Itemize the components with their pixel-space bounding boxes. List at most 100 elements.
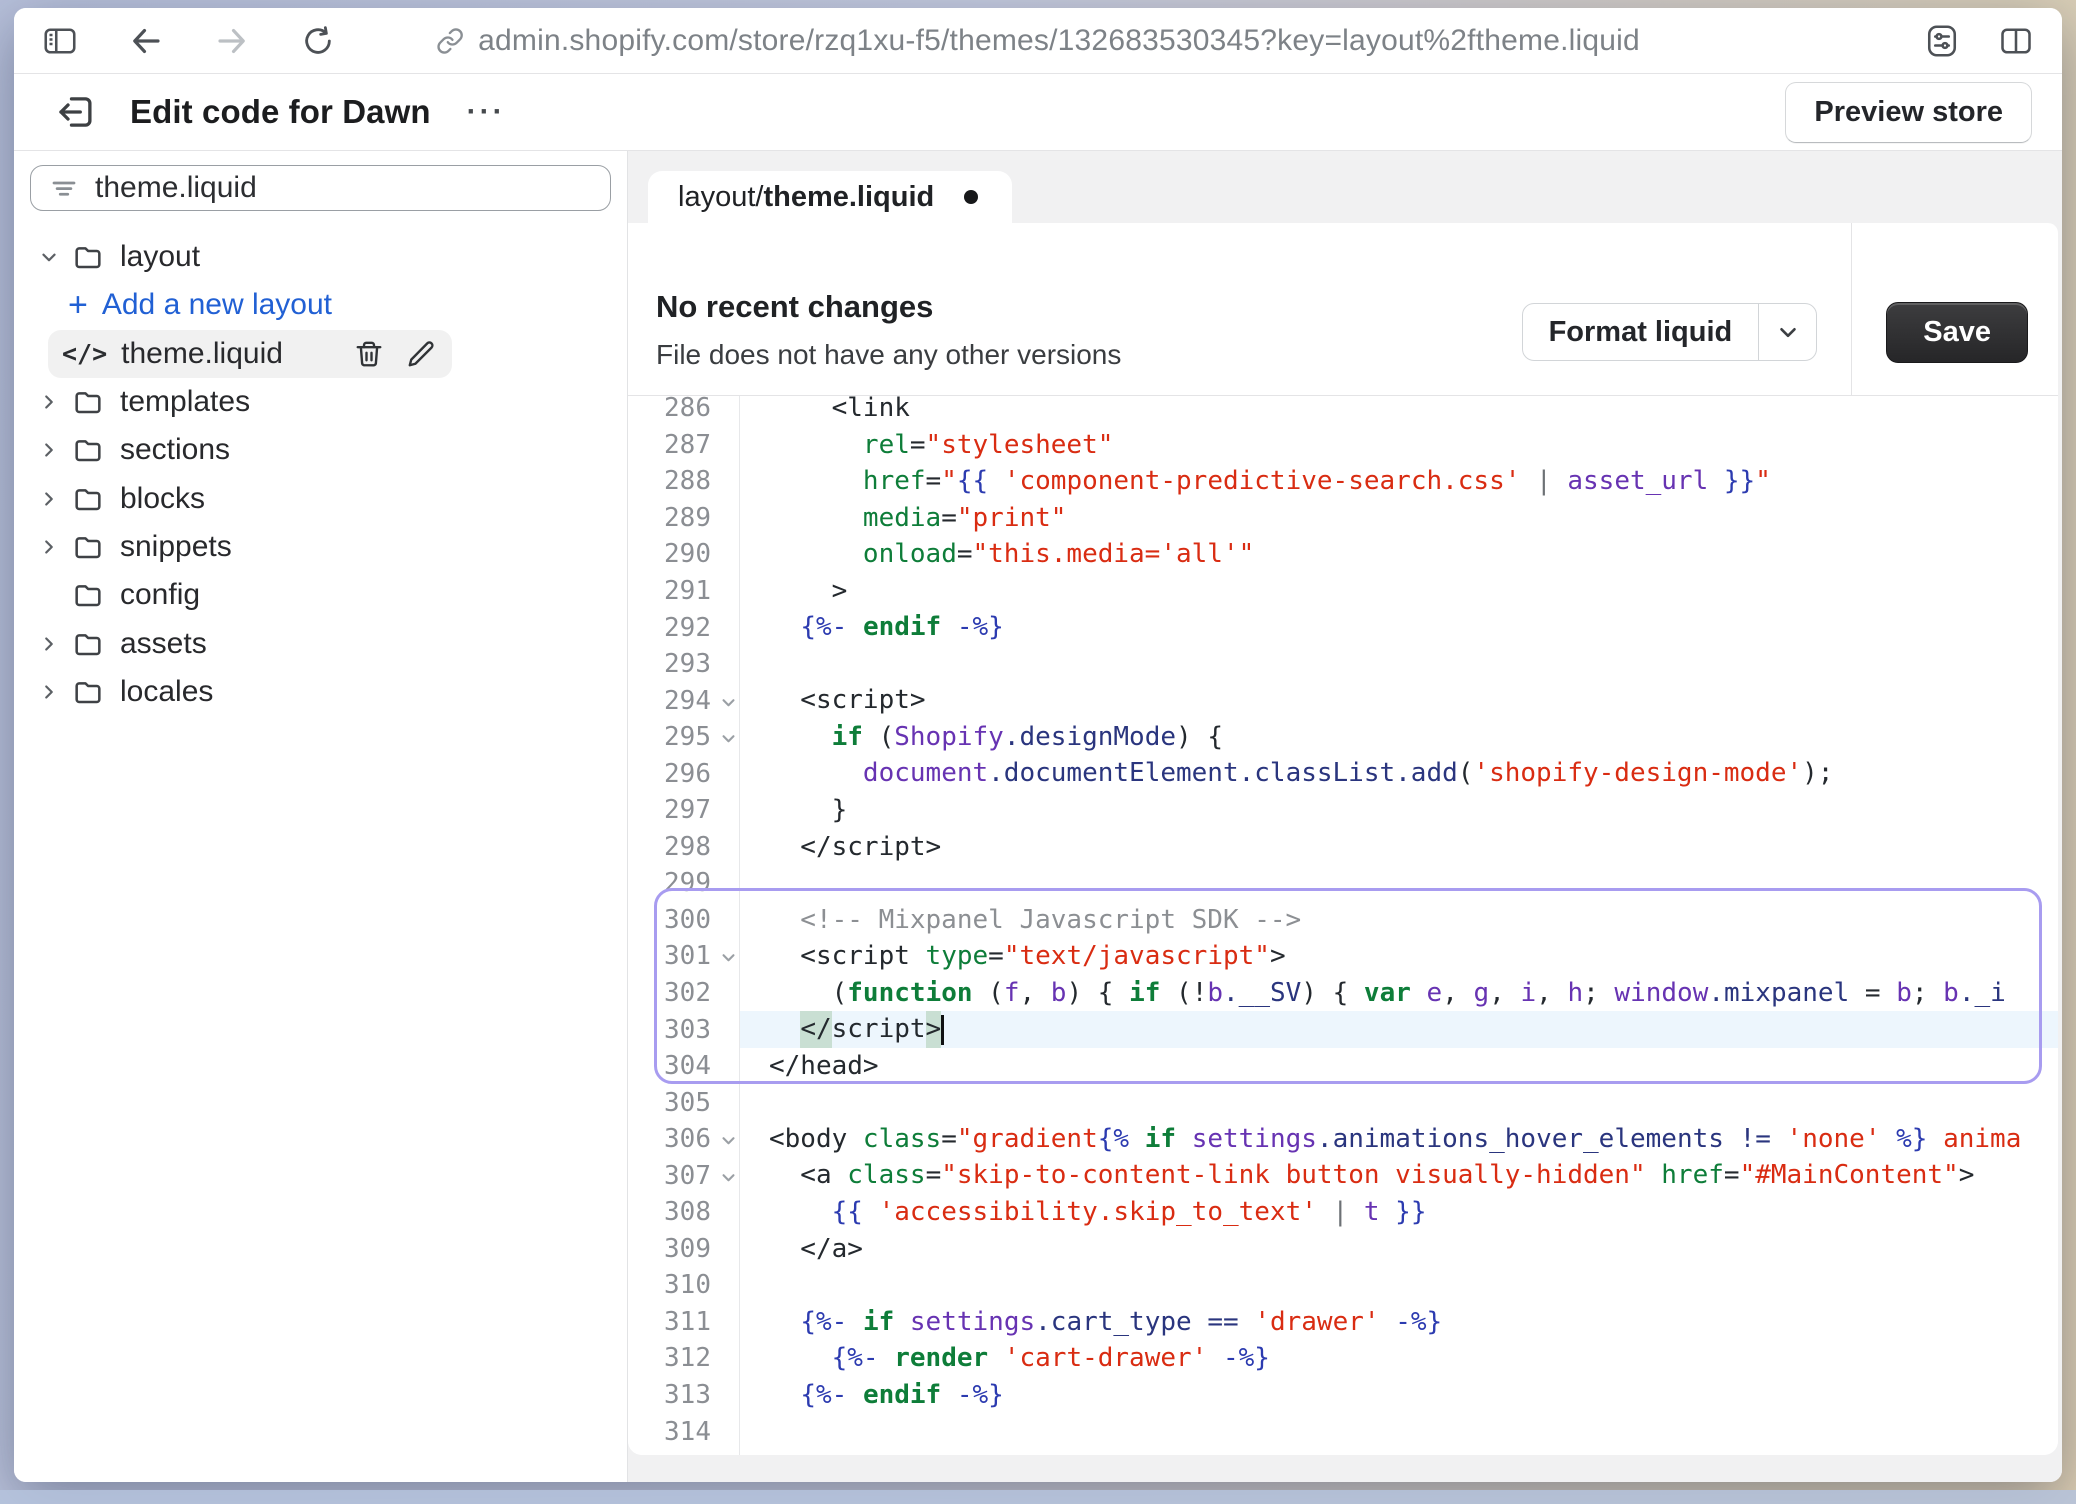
code-line-293[interactable] (769, 646, 2058, 683)
code-line-314[interactable] (769, 1413, 2058, 1450)
code-line-295[interactable]: if (Shopify.designMode) { (769, 719, 2058, 756)
chevron-right-icon[interactable] (36, 681, 62, 703)
code-file-icon: </> (62, 339, 107, 368)
save-button[interactable]: Save (1886, 302, 2028, 363)
folder-icon (72, 434, 104, 466)
code-pane[interactable]: 2862872882892902912922932942952962972982… (628, 396, 2058, 1455)
chevron-right-icon[interactable] (36, 633, 62, 655)
file-actions (354, 339, 452, 369)
code-line-305[interactable] (769, 1084, 2058, 1121)
reload-icon[interactable] (298, 21, 338, 61)
sidebar-item-assets[interactable]: assets (30, 619, 611, 667)
line-number: 311 (628, 1304, 739, 1341)
fold-toggle-icon[interactable] (720, 694, 737, 711)
line-number: 312 (628, 1340, 739, 1377)
sidebar-item-label: assets (120, 627, 207, 661)
filter-value: theme.liquid (95, 171, 257, 205)
code-area[interactable]: <link rel="stylesheet" href="{{ 'compone… (740, 396, 2058, 1455)
code-line-292[interactable]: {%- endif -%} (769, 609, 2058, 646)
code-line-297[interactable]: } (769, 792, 2058, 829)
chevron-right-icon[interactable] (36, 488, 62, 510)
pencil-icon[interactable] (406, 339, 436, 369)
code-line-311[interactable]: {%- if settings.cart_type == 'drawer' -%… (769, 1304, 2058, 1341)
code-line-315[interactable]: <script src="{{ 'global.js' | asset_url … (769, 1450, 2058, 1455)
sidebar-item-locales[interactable]: locales (30, 668, 611, 716)
chevron-down-icon[interactable] (36, 246, 62, 268)
line-number: 314 (628, 1413, 739, 1450)
line-number: 291 (628, 573, 739, 610)
line-number: 305 (628, 1084, 739, 1121)
fold-toggle-icon[interactable] (720, 949, 737, 966)
format-liquid-dropdown[interactable] (1758, 304, 1816, 360)
preview-store-button[interactable]: Preview store (1785, 82, 2032, 143)
code-line-287[interactable]: rel="stylesheet" (769, 427, 2058, 464)
sidebar-item-config[interactable]: config (30, 571, 611, 619)
code-line-307[interactable]: <a class="skip-to-content-link button vi… (769, 1157, 2058, 1194)
code-line-290[interactable]: onload="this.media='all'" (769, 536, 2058, 573)
code-line-313[interactable]: {%- endif -%} (769, 1377, 2058, 1414)
line-number: 309 (628, 1231, 739, 1268)
code-line-312[interactable]: {%- render 'cart-drawer' -%} (769, 1340, 2058, 1377)
line-number: 290 (628, 536, 739, 573)
desktop: admin.shopify.com/store/rzq1xu-f5/themes… (0, 0, 2076, 1504)
code-line-298[interactable]: </script> (769, 829, 2058, 866)
line-number: 296 (628, 755, 739, 792)
code-line-286[interactable]: <link (769, 396, 2058, 427)
editor-header: No recent changes File does not have any… (628, 223, 2058, 396)
chevron-right-icon[interactable] (36, 439, 62, 461)
code-line-294[interactable]: <script> (769, 682, 2058, 719)
code-line-299[interactable] (769, 865, 2058, 902)
line-number: 294 (628, 682, 739, 719)
chevron-right-icon[interactable] (36, 391, 62, 413)
code-line-309[interactable]: </a> (769, 1231, 2058, 1268)
code-line-300[interactable]: <!-- Mixpanel Javascript SDK --> (769, 902, 2058, 939)
code-line-291[interactable]: > (769, 573, 2058, 610)
file-filter-input[interactable]: theme.liquid (30, 165, 611, 211)
sidebar-item-snippets[interactable]: snippets (30, 523, 611, 571)
sidebar-item-theme-liquid[interactable]: </> theme.liquid (48, 330, 452, 378)
fold-toggle-icon[interactable] (720, 1132, 737, 1149)
sidebar-item-label: snippets (120, 530, 232, 564)
code-line-304[interactable]: </head> (769, 1048, 2058, 1085)
filter-icon (49, 173, 79, 203)
folder-icon (72, 483, 104, 515)
more-actions-icon[interactable]: ··· (467, 95, 506, 129)
code-line-288[interactable]: href="{{ 'component-predictive-search.cs… (769, 463, 2058, 500)
unsaved-changes-dot (964, 190, 978, 204)
line-number-gutter: 2862872882892902912922932942952962972982… (628, 396, 740, 1455)
browser-extensions-icon[interactable] (1922, 21, 1962, 61)
exit-icon[interactable] (54, 91, 96, 133)
sidebar-item-label: theme.liquid (121, 337, 283, 371)
back-icon[interactable] (126, 21, 166, 61)
sidebar-item-add-a-new-layout[interactable]: +Add a new layout (30, 281, 611, 329)
browser-sidebar-toggle-icon[interactable] (40, 21, 80, 61)
code-line-308[interactable]: {{ 'accessibility.skip_to_text' | t }} (769, 1194, 2058, 1231)
forward-icon[interactable] (212, 21, 252, 61)
tab-strip: layout/theme.liquid (628, 151, 2062, 223)
code-line-289[interactable]: media="print" (769, 500, 2058, 537)
sidebar-item-layout[interactable]: layout (30, 233, 611, 281)
line-number: 289 (628, 500, 739, 537)
code-line-301[interactable]: <script type="text/javascript"> (769, 938, 2058, 975)
code-line-310[interactable] (769, 1267, 2058, 1304)
code-line-306[interactable]: <body class="gradient{% if settings.anim… (769, 1121, 2058, 1158)
line-number: 308 (628, 1194, 739, 1231)
fold-toggle-icon[interactable] (720, 1169, 737, 1186)
sidebar-item-sections[interactable]: sections (30, 426, 611, 474)
line-number: 304 (628, 1048, 739, 1085)
split-view-icon[interactable] (1996, 21, 2036, 61)
sidebar-item-blocks[interactable]: blocks (30, 474, 611, 522)
address-bar[interactable]: admin.shopify.com/store/rzq1xu-f5/themes… (436, 8, 1640, 73)
code-line-296[interactable]: document.documentElement.classList.add('… (769, 755, 2058, 792)
sidebar-item-templates[interactable]: templates (30, 378, 611, 426)
editor-card: No recent changes File does not have any… (628, 223, 2058, 1455)
fold-toggle-icon[interactable] (720, 730, 737, 747)
chevron-right-icon[interactable] (36, 536, 62, 558)
sidebar-item-label: blocks (120, 482, 205, 516)
format-liquid-button[interactable]: Format liquid (1523, 304, 1759, 360)
tab-theme-liquid[interactable]: layout/theme.liquid (648, 171, 1012, 223)
file-tree: layout+Add a new layout </> theme.liquid te… (30, 233, 611, 716)
code-line-303[interactable]: </script> (769, 1011, 2058, 1048)
code-line-302[interactable]: (function (f, b) { if (!b.__SV) { var e,… (769, 975, 2058, 1012)
trash-icon[interactable] (354, 339, 384, 369)
